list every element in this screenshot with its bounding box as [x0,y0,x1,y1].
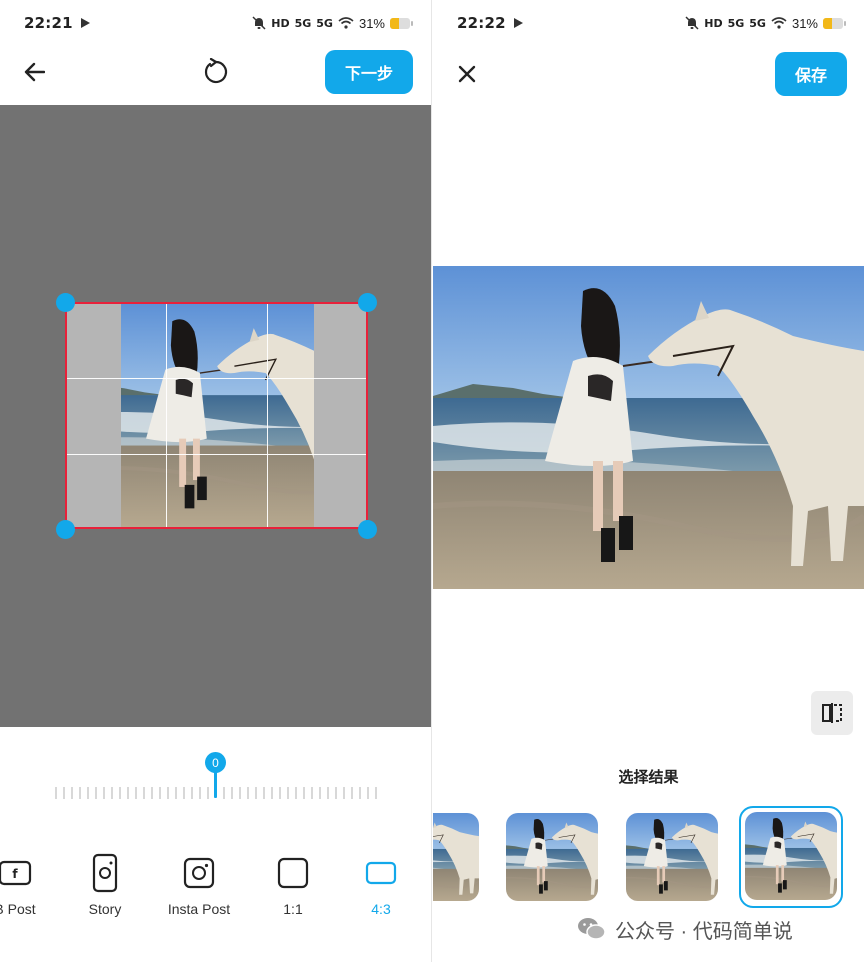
reset-rotation-button[interactable] [201,57,231,87]
landscape-rect-icon [365,861,397,885]
play-store-icon [80,18,90,28]
battery-percent: 31% [791,15,818,31]
result-screen: 22:22 HD 5G 5G 31% 保存 选择结果 [433,0,864,962]
crop-handle-top-left[interactable] [56,293,75,312]
rotation-slider[interactable]: 0 [54,748,379,802]
square-icon [277,857,309,889]
close-icon [458,65,476,83]
ratio-label: Story [88,901,122,917]
ratio-label: 4:3 [371,901,391,917]
hd-icon: HD [704,16,723,30]
status-bar: 22:21 HD 5G 5G 31% [0,0,431,46]
crop-frame[interactable] [65,302,368,529]
status-icons: HD 5G 5G 31% [685,16,846,31]
mute-bell-icon [685,16,699,30]
grid-line [67,378,366,379]
mute-bell-icon [252,16,266,30]
ratio-insta-post[interactable]: Insta Post [154,845,244,917]
crop-editor-screen: 22:21 HD 5G 5G 31% 下一步 0 f Post Story In… [0,0,432,962]
aspect-ratio-bar: f B Post Story I [0,845,431,925]
compare-button[interactable] [811,691,853,735]
slider-indicator [214,770,217,798]
ratio-story[interactable]: Story [60,845,150,917]
status-time: 22:21 [24,14,73,32]
wifi-icon [338,17,354,29]
result-thumbnail-3[interactable] [626,813,718,901]
battery-icon [823,17,846,29]
editor-toolbar: 下一步 [0,46,431,102]
compare-split-icon [822,703,842,723]
grid-line [267,304,268,527]
ratio-1-1[interactable]: 1:1 [248,845,338,917]
result-photo [433,266,864,589]
close-button[interactable] [455,62,479,86]
ratio-4-3[interactable]: 4:3 [336,845,426,917]
result-thumbnail-1[interactable] [433,813,479,901]
result-thumbnail-4[interactable] [745,812,837,900]
crop-handle-bottom-right[interactable] [358,520,377,539]
play-store-icon [513,18,523,28]
signal-5g-icon-2: 5G [749,16,766,30]
grid-line [67,454,366,455]
watermark: 公众号 · 代码简单说 [577,914,793,944]
choose-result-title: 选择结果 [618,769,679,786]
source-photo [121,304,314,527]
wifi-icon [771,17,787,29]
crop-handle-bottom-left[interactable] [56,520,75,539]
instagram-post-icon [183,857,215,889]
ratio-label: B Post [0,901,36,917]
next-step-button[interactable]: 下一步 [325,50,413,94]
status-icons: HD 5G 5G 31% [252,16,413,31]
crop-handle-top-right[interactable] [358,293,377,312]
result-toolbar: 保存 [433,46,864,102]
status-time: 22:22 [457,14,506,32]
ratio-label: 1:1 [283,901,303,917]
battery-percent: 31% [358,15,385,31]
hd-icon: HD [271,16,290,30]
back-button[interactable] [20,58,48,86]
signal-5g-icon: 5G [727,16,745,30]
watermark-text: 公众号 · 代码简单说 [615,920,793,943]
facebook-icon: f [0,860,32,886]
svg-text:f: f [12,867,18,881]
instagram-story-icon [92,853,118,893]
signal-5g-icon: 5G [294,16,312,30]
save-button[interactable]: 保存 [775,52,847,96]
rotate-reset-icon [204,58,228,84]
signal-5g-icon-2: 5G [316,16,333,30]
battery-icon [390,17,413,29]
wechat-icon [578,918,606,940]
slider-value-knob[interactable]: 0 [205,752,226,773]
status-bar: 22:22 HD 5G 5G 31% [433,0,864,46]
result-thumbnail-2[interactable] [506,813,598,901]
arrow-left-icon [24,62,45,82]
grid-line [166,304,167,527]
ratio-fb-post[interactable]: f B Post [0,845,60,917]
ratio-label: Insta Post [167,901,231,917]
